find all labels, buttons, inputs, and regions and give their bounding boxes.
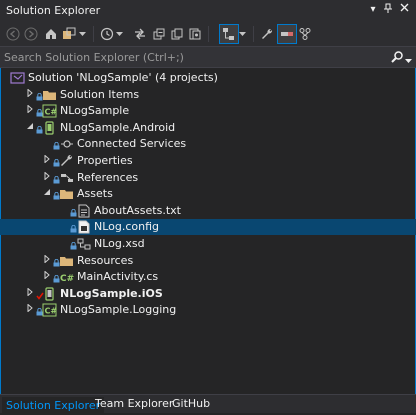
tree-item[interactable]: NLog.xsd xyxy=(0,236,416,252)
collapse-all-icon[interactable] xyxy=(150,25,168,43)
tree-item[interactable]: Properties xyxy=(0,153,416,169)
toolbar-separator xyxy=(93,26,94,42)
tree-item[interactable]: NLog.config xyxy=(0,219,416,236)
sync-icon[interactable] xyxy=(131,25,149,43)
tree-item[interactable]: References xyxy=(0,170,416,186)
tree-item[interactable]: Solution Items xyxy=(0,87,416,103)
csharp-file-icon: C# xyxy=(59,270,75,284)
tree-item[interactable]: Resources xyxy=(0,253,416,269)
close-icon[interactable] xyxy=(397,3,411,17)
search-input[interactable] xyxy=(4,50,374,65)
folder-icon xyxy=(59,254,75,268)
tree-item[interactable]: NLogSample.Android xyxy=(0,120,416,136)
tree-item[interactable]: Solution 'NLogSample' (4 projects) xyxy=(0,70,416,86)
history-dropdown-icon[interactable] xyxy=(113,25,125,43)
svg-text:C#: C# xyxy=(45,307,58,316)
csharp-project-icon: C# xyxy=(42,104,58,118)
tree-item-label: References xyxy=(77,170,139,184)
tree-item-label: Solution Items xyxy=(60,87,140,101)
tab-github[interactable]: GitHub xyxy=(168,397,214,413)
show-all-files-icon[interactable] xyxy=(186,25,204,43)
tree-item[interactable]: C# MainActivity.cs xyxy=(0,269,416,285)
tab-team-explorer[interactable]: Team Explorer xyxy=(91,397,177,413)
search-icon[interactable] xyxy=(390,50,404,67)
references-icon xyxy=(59,171,75,185)
toolbar-separator xyxy=(253,26,254,42)
folder-icon xyxy=(59,187,75,201)
tree-item[interactable]: AboutAssets.txt xyxy=(0,203,416,219)
tree-item-label: Solution 'NLogSample' (4 projects) xyxy=(28,71,218,84)
csharp-project-icon: C# xyxy=(42,303,58,317)
expanded-arrow-icon[interactable] xyxy=(25,122,35,134)
tree-item[interactable]: Assets xyxy=(0,186,416,202)
tree-item-label: NLogSample.Android xyxy=(60,120,176,134)
collapsed-arrow-icon[interactable] xyxy=(42,270,52,283)
tree-item[interactable]: C# NLogSample.Logging xyxy=(0,302,416,318)
collapsed-arrow-icon[interactable] xyxy=(25,87,35,101)
folder-icon xyxy=(42,88,58,102)
pin-icon[interactable] xyxy=(381,3,395,17)
wrench-icon[interactable] xyxy=(258,25,276,43)
tree-item[interactable]: NLogSample.iOS xyxy=(0,286,416,302)
solution-tree: Solution 'NLogSample' (4 projects) Soluti… xyxy=(0,70,416,392)
tree-item-label: AboutAssets.txt xyxy=(94,203,181,217)
tree-item-label: NLogSample.iOS xyxy=(60,286,163,300)
tree-item-label: MainActivity.cs xyxy=(77,270,159,284)
title-bar: Solution Explorer ▾ xyxy=(0,0,416,22)
tree-item-label: Resources xyxy=(77,253,134,267)
copy-icon[interactable] xyxy=(168,25,186,43)
xsd-file-icon xyxy=(76,237,92,251)
ios-project-icon xyxy=(42,287,58,301)
switch-views-dropdown-icon[interactable] xyxy=(76,25,88,43)
tree-item-label: NLog.xsd xyxy=(94,237,145,250)
search-options-dropdown-icon[interactable] xyxy=(405,54,412,67)
toolbar-separator xyxy=(208,26,209,42)
tree-item-label: Assets xyxy=(77,187,113,201)
tree-item-label: Properties xyxy=(77,154,133,167)
collapsed-arrow-icon[interactable] xyxy=(42,170,52,184)
svg-text:C#: C# xyxy=(60,274,74,284)
tree-item-label: NLog.config xyxy=(94,220,160,234)
tree-item-label: NLogSample.Logging xyxy=(60,303,177,317)
forward-icon[interactable] xyxy=(22,25,40,43)
collapsed-arrow-icon[interactable] xyxy=(42,253,52,267)
tree-view-dropdown-icon[interactable] xyxy=(236,25,248,43)
connected-services-icon xyxy=(59,137,75,151)
bottom-tab-strip: Solution Explorer Team Explorer GitHub xyxy=(0,394,416,415)
wrench-icon xyxy=(59,154,75,168)
back-icon[interactable] xyxy=(4,25,22,43)
window-title: Solution Explorer xyxy=(6,4,101,17)
home-icon[interactable] xyxy=(42,25,60,43)
class-view-icon[interactable] xyxy=(296,25,314,43)
tree-item[interactable]: Connected Services xyxy=(0,136,416,152)
search-bar xyxy=(0,46,416,68)
config-file-icon xyxy=(76,220,92,234)
collapsed-arrow-icon[interactable] xyxy=(25,104,35,117)
toolbar xyxy=(0,22,416,46)
text-file-icon xyxy=(76,204,92,218)
tree-item-label: NLogSample xyxy=(60,104,130,118)
android-project-icon xyxy=(42,121,58,135)
tree-item-label: Connected Services xyxy=(77,137,187,151)
tab-solution-explorer[interactable]: Solution Explorer xyxy=(2,397,105,415)
svg-text:C#: C# xyxy=(45,108,58,117)
tree-item[interactable]: C# NLogSample xyxy=(0,103,416,119)
window-position-dropdown-icon[interactable]: ▾ xyxy=(366,3,380,17)
collapsed-arrow-icon[interactable] xyxy=(25,303,35,316)
collapsed-arrow-icon[interactable] xyxy=(25,287,35,300)
solution-icon xyxy=(10,71,26,85)
collapsed-arrow-icon[interactable] xyxy=(42,154,52,167)
expanded-arrow-icon[interactable] xyxy=(42,188,52,200)
preview-selected-items-icon[interactable] xyxy=(277,24,297,44)
